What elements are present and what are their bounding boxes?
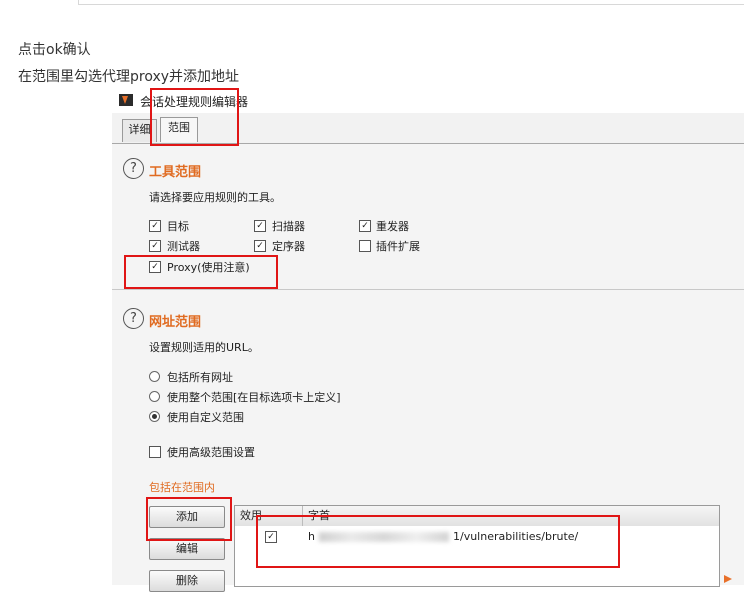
radio-all-urls[interactable]: [149, 371, 160, 382]
highlight-scope-tab: [150, 88, 239, 146]
help-icon[interactable]: ?: [123, 308, 144, 329]
radio-custom-scope[interactable]: [149, 411, 160, 422]
checkbox-scanner[interactable]: ✓: [254, 220, 266, 232]
checkbox-repeater[interactable]: ✓: [359, 220, 371, 232]
tool-scope-description: 请选择要应用规则的工具。: [149, 191, 281, 204]
radio-label-suite-scope: 使用整个范围[在目标选项卡上定义]: [167, 391, 341, 404]
checkbox-sequencer[interactable]: ✓: [254, 240, 266, 252]
edit-button[interactable]: 编辑: [149, 538, 225, 560]
tool-scope-title: 工具范围: [149, 165, 202, 180]
radio-label-custom-scope: 使用自定义范围: [167, 411, 244, 424]
radio-suite-scope[interactable]: [149, 391, 160, 402]
checkbox-target[interactable]: ✓: [149, 220, 161, 232]
tool-label-intruder: 测试器: [167, 240, 200, 253]
advanced-scope-label: 使用高级范围设置: [167, 446, 255, 459]
checkbox-intruder[interactable]: ✓: [149, 240, 161, 252]
url-scope-title: 网址范围: [149, 315, 202, 330]
section-divider: [112, 289, 744, 290]
instruction-line-1: 点击ok确认: [18, 42, 91, 58]
url-scope-description: 设置规则适用的URL。: [149, 341, 259, 354]
highlight-url-row: [256, 515, 620, 568]
checkbox-extender[interactable]: [359, 240, 371, 252]
tool-label-scanner: 扫描器: [272, 220, 305, 233]
highlight-proxy-checkbox: [124, 255, 278, 289]
highlight-add-button: [146, 497, 232, 541]
checkbox-advanced-scope[interactable]: [149, 446, 161, 458]
radio-label-all-urls: 包括所有网址: [167, 371, 233, 384]
expand-arrow-icon[interactable]: [723, 574, 733, 584]
tool-label-sequencer: 定序器: [272, 240, 305, 253]
help-icon[interactable]: ?: [123, 158, 144, 179]
tool-label-repeater: 重发器: [376, 220, 409, 233]
remove-button[interactable]: 删除: [149, 570, 225, 592]
previous-image-frame: [78, 0, 744, 5]
burp-app-icon: [119, 94, 133, 106]
instruction-line-2: 在范围里勾选代理proxy并添加地址: [18, 69, 240, 85]
tool-label-target: 目标: [167, 220, 189, 233]
tool-label-extender: 插件扩展: [376, 240, 420, 253]
include-in-scope-label: 包括在范围内: [149, 481, 215, 494]
